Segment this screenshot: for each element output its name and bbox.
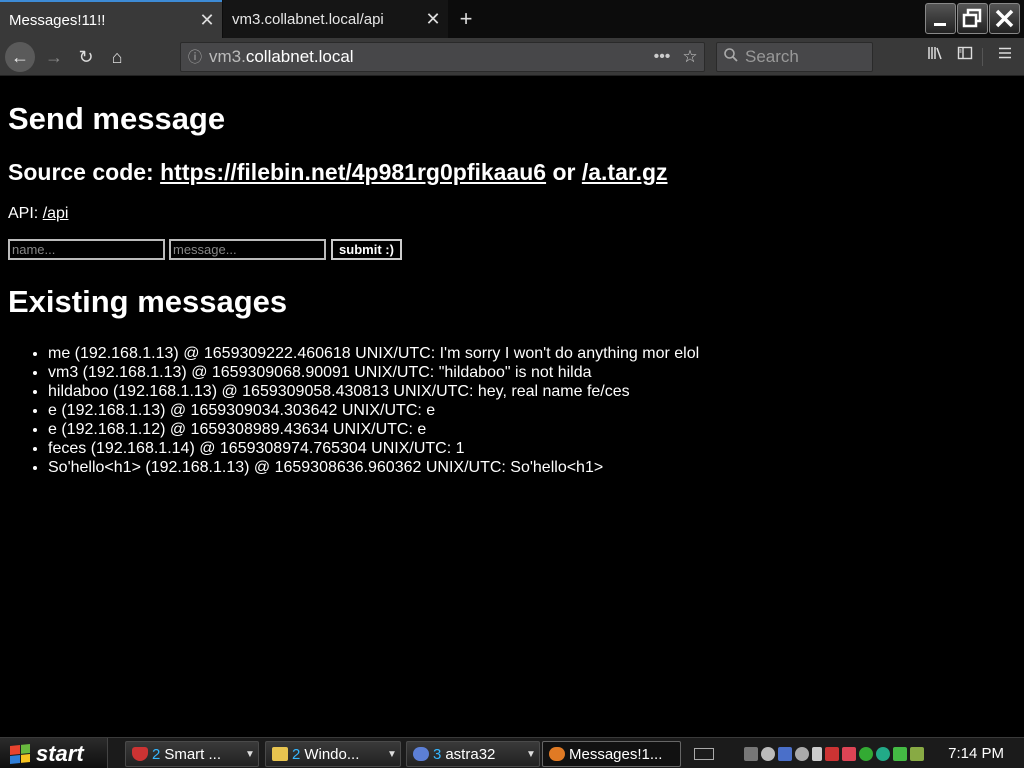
start-button[interactable]: start xyxy=(0,738,108,768)
message-form: submit :) xyxy=(8,239,1016,260)
system-tray: 7:14 PM xyxy=(690,738,1024,768)
chevron-down-icon: ▼ xyxy=(387,748,397,760)
message-item: e (192.168.1.13) @ 1659309034.303642 UNI… xyxy=(48,401,1016,420)
navigation-bar: ← → ↻ ⌂ ⓘ vm3.collabnet.local ••• ☆ xyxy=(0,38,1024,76)
filebin-link[interactable]: https://filebin.net/4p981rg0pfikaau6 xyxy=(160,159,546,185)
minimize-glyph xyxy=(934,23,946,26)
chevron-down-icon: ▼ xyxy=(526,748,536,760)
windows-logo-icon xyxy=(10,743,30,764)
keyboard-icon[interactable] xyxy=(694,747,714,760)
flag-tray-icon[interactable] xyxy=(842,746,856,761)
submit-button[interactable]: submit :) xyxy=(331,239,402,260)
tab-api[interactable]: vm3.collabnet.local/api ✕ xyxy=(223,0,448,38)
clock-tray-icon[interactable] xyxy=(761,746,775,761)
message-item: So'hello<h1> (192.168.1.13) @ 1659308636… xyxy=(48,458,1016,477)
close-window-icon[interactable] xyxy=(989,3,1020,34)
tab-title: vm3.collabnet.local/api xyxy=(232,10,384,28)
taskbar: start 2 Smart ... ▼ 2 Windo... ▼ 3 astra… xyxy=(0,737,1024,768)
task-label: Windo... xyxy=(304,745,360,763)
task-count: 2 xyxy=(292,745,301,763)
maximize-glyph xyxy=(962,8,982,28)
shield-icon xyxy=(132,747,148,761)
message-input[interactable] xyxy=(169,239,326,260)
url-text[interactable]: vm3.collabnet.local xyxy=(209,47,648,67)
check-tray-icon[interactable] xyxy=(859,746,873,761)
search-icon xyxy=(717,47,745,67)
page-content: Send message Source code: https://filebi… xyxy=(0,77,1024,737)
message-item: e (192.168.1.12) @ 1659308989.43634 UNIX… xyxy=(48,420,1016,439)
more-dots-icon[interactable]: ••• xyxy=(648,48,676,66)
reload-icon[interactable]: ↻ xyxy=(71,42,101,72)
forward-arrow-icon[interactable]: → xyxy=(39,42,69,72)
tab-title: Messages!11!! xyxy=(9,11,106,29)
existing-messages-title: Existing messages xyxy=(8,284,288,319)
message-item: hildaboo (192.168.1.13) @ 1659309058.430… xyxy=(48,382,1016,401)
app-tray-icon[interactable] xyxy=(778,746,792,761)
network-icon[interactable] xyxy=(744,746,758,761)
back-arrow-icon[interactable]: ← xyxy=(5,42,35,72)
tab-messages[interactable]: Messages!11!! ✕ xyxy=(0,0,222,38)
start-label: start xyxy=(36,740,84,766)
message-list: me (192.168.1.13) @ 1659309222.460618 UN… xyxy=(8,344,1016,477)
task-count: 3 xyxy=(433,745,442,763)
close-icon[interactable]: ✕ xyxy=(192,10,222,31)
url-subdomain: vm3. xyxy=(209,47,246,66)
api-link[interactable]: /api xyxy=(43,205,69,222)
volume-icon[interactable] xyxy=(812,746,822,761)
message-item: feces (192.168.1.14) @ 1659308974.765304… xyxy=(48,439,1016,458)
taskbar-group-windows[interactable]: 2 Windo... ▼ xyxy=(265,741,401,767)
maximize-icon[interactable] xyxy=(957,3,988,34)
taskbar-group-astra[interactable]: 3 astra32 ▼ xyxy=(406,741,540,767)
tab-bar: Messages!11!! ✕ vm3.collabnet.local/api … xyxy=(0,0,1024,38)
home-icon[interactable]: ⌂ xyxy=(102,42,132,72)
source-or-text: or xyxy=(552,159,576,185)
globe-tray-icon[interactable] xyxy=(876,746,890,761)
tarball-link[interactable]: /a.tar.gz xyxy=(582,159,668,185)
info-icon[interactable]: ⓘ xyxy=(181,47,209,67)
close-glyph xyxy=(995,9,1014,28)
name-input[interactable] xyxy=(8,239,165,260)
search-input[interactable] xyxy=(745,47,872,67)
shield-tray-icon[interactable] xyxy=(825,746,839,761)
bookmark-star-icon[interactable]: ☆ xyxy=(676,47,704,67)
clock: 7:14 PM xyxy=(948,745,1004,762)
toolbar-separator xyxy=(982,48,983,66)
message-item: vm3 (192.168.1.13) @ 1659309068.90091 UN… xyxy=(48,363,1016,382)
task-label: Smart ... xyxy=(164,745,222,763)
minimize-icon[interactable] xyxy=(925,3,956,34)
task-label: Messages!1... xyxy=(569,745,663,763)
chevron-down-icon: ▼ xyxy=(245,748,255,760)
search-bar[interactable] xyxy=(716,42,873,72)
library-icon[interactable] xyxy=(920,42,950,72)
sync-tray-icon[interactable] xyxy=(910,746,924,761)
message-item: me (192.168.1.13) @ 1659309222.460618 UN… xyxy=(48,344,1016,363)
taskbar-item-messages[interactable]: Messages!1... xyxy=(542,741,681,767)
task-label: astra32 xyxy=(445,745,496,763)
url-domain: collabnet.local xyxy=(245,47,354,66)
update-tray-icon[interactable] xyxy=(893,746,907,761)
firefox-icon xyxy=(549,747,565,761)
source-code-label: Source code: xyxy=(8,159,154,185)
plus-icon[interactable]: + xyxy=(452,4,480,34)
folder-icon xyxy=(272,747,288,761)
settings-tray-icon[interactable] xyxy=(795,746,809,761)
api-label: API: xyxy=(8,205,39,222)
hamburger-menu-icon[interactable] xyxy=(990,42,1020,72)
sidebar-icon[interactable] xyxy=(950,42,980,72)
api-line: API: /api xyxy=(8,204,1016,224)
astra-icon xyxy=(413,747,429,761)
url-bar[interactable]: ⓘ vm3.collabnet.local ••• ☆ xyxy=(180,42,705,72)
source-code-line: Source code: https://filebin.net/4p981rg… xyxy=(8,157,1016,187)
page-title: Send message xyxy=(8,101,226,136)
taskbar-group-smart[interactable]: 2 Smart ... ▼ xyxy=(125,741,259,767)
task-count: 2 xyxy=(152,745,161,763)
close-icon[interactable]: ✕ xyxy=(418,9,448,30)
